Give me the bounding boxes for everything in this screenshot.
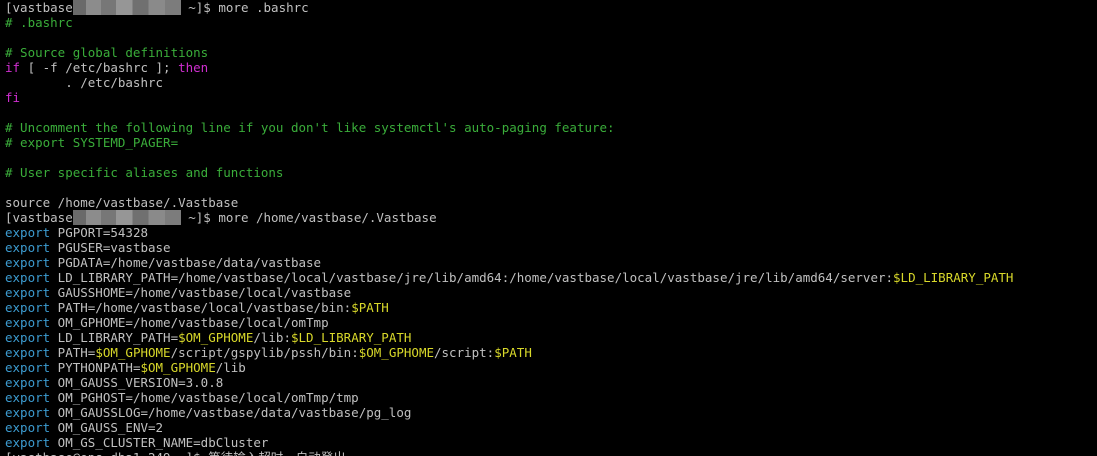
terminal-line: export PGDATA=/home/vastbase/data/vastba… — [5, 255, 321, 270]
terminal-line: . /etc/bashrc — [5, 75, 163, 90]
redacted-hostname — [72, 210, 181, 225]
terminal-line: export LD_LIBRARY_PATH=$OM_GPHOME/lib:$L… — [5, 330, 411, 345]
terminal-text-segment: /script: — [434, 345, 495, 360]
terminal-text-segment: PATH= — [50, 345, 96, 360]
terminal-text-segment: then — [178, 60, 209, 75]
terminal-text-segment: $OM_GPHOME — [178, 330, 254, 345]
terminal-text-segment: export — [5, 330, 51, 345]
terminal-line: export PATH=$OM_GPHOME/script/gspylib/ps… — [5, 345, 532, 360]
terminal-text-segment: # User specific aliases and functions — [5, 165, 284, 180]
terminal-text-segment: OM_GPHOME=/home/vastbase/local/omTmp — [50, 315, 329, 330]
terminal-line: export LD_LIBRARY_PATH=/home/vastbase/lo… — [5, 270, 1013, 285]
terminal-line: export PGUSER=vastbase — [5, 240, 171, 255]
terminal-text-segment: fi — [5, 90, 21, 105]
terminal-text-segment: export — [5, 225, 51, 240]
terminal-text-segment: LD_LIBRARY_PATH= — [50, 330, 179, 345]
terminal-line: export OM_GS_CLUSTER_NAME=dbCluster — [5, 435, 268, 450]
terminal-text-segment: [vastbase — [5, 0, 73, 15]
terminal-text-segment: export — [5, 390, 51, 405]
terminal-window[interactable]: [vastbase ~]$ more .bashrc # .bashrc # Sou… — [0, 0, 1097, 456]
terminal-text-segment: OM_GS_CLUSTER_NAME=dbCluster — [50, 435, 269, 450]
terminal-line: fi — [5, 90, 20, 105]
terminal-line: export OM_GPHOME=/home/vastbase/local/om… — [5, 315, 329, 330]
terminal-line: [vastbase ~]$ more /home/vastbase/.Vastb… — [5, 210, 437, 225]
terminal-text-segment: ~]$ more /home/vastbase/.Vastbase — [180, 210, 437, 225]
terminal-text-segment: # Source global definitions — [5, 45, 209, 60]
terminal-line: [vastbase@ops-dba1-249 ~]$ 等待输入超时，自动登出 — [5, 450, 346, 456]
terminal-text-segment: [ -f /etc/bashrc ]; — [20, 60, 179, 75]
terminal-text-segment: $LD_LIBRARY_PATH — [291, 330, 412, 345]
redacted-hostname — [72, 0, 181, 15]
terminal-text-segment: /lib: — [253, 330, 291, 345]
terminal-text-segment: export — [5, 360, 51, 375]
terminal-text-segment: $OM_GPHOME — [358, 345, 434, 360]
terminal-text-segment: PGUSER=vastbase — [50, 240, 171, 255]
terminal-text-segment: PATH=/home/vastbase/local/vastbase/bin: — [50, 300, 352, 315]
terminal-line: # User specific aliases and functions — [5, 165, 283, 180]
terminal-text-segment: export — [5, 240, 51, 255]
terminal-line: # .bashrc — [5, 15, 73, 30]
terminal-text-segment: /script/gspylib/pssh/bin: — [170, 345, 359, 360]
terminal-text-segment: $OM_GPHOME — [95, 345, 171, 360]
terminal-line: export OM_GAUSS_ENV=2 — [5, 420, 163, 435]
terminal-text-segment: PGDATA=/home/vastbase/data/vastbase — [50, 255, 322, 270]
terminal-text-segment: export — [5, 420, 51, 435]
terminal-line: source /home/vastbase/.Vastbase — [5, 195, 238, 210]
terminal-line: # export SYSTEMD_PAGER= — [5, 135, 178, 150]
terminal-text-segment: /lib — [215, 360, 246, 375]
terminal-text-segment: source /home/vastbase/.Vastbase — [5, 195, 239, 210]
terminal-text-segment: export — [5, 375, 51, 390]
terminal-text-segment: ~]$ more .bashrc — [180, 0, 309, 15]
terminal-line: # Source global definitions — [5, 45, 208, 60]
terminal-line: export OM_GAUSSLOG=/home/vastbase/data/v… — [5, 405, 411, 420]
terminal-line: export OM_PGHOST=/home/vastbase/local/om… — [5, 390, 359, 405]
terminal-line: # Uncomment the following line if you do… — [5, 120, 615, 135]
terminal-text-segment: . /etc/bashrc — [5, 75, 164, 90]
terminal-text-segment: export — [5, 435, 51, 450]
terminal-text-segment: $PATH — [351, 300, 389, 315]
terminal-text-segment: GAUSSHOME=/home/vastbase/local/vastbase — [50, 285, 352, 300]
terminal-text-segment: export — [5, 255, 51, 270]
terminal-line: export PYTHONPATH=$OM_GPHOME/lib — [5, 360, 246, 375]
terminal-text-segment: # export SYSTEMD_PAGER= — [5, 135, 179, 150]
terminal-text-segment: export — [5, 315, 51, 330]
terminal-text-segment: if — [5, 60, 21, 75]
terminal-line: export OM_GAUSS_VERSION=3.0.8 — [5, 375, 223, 390]
terminal-text-segment: # Uncomment the following line if you do… — [5, 120, 615, 135]
terminal-text-segment: $OM_GPHOME — [140, 360, 216, 375]
terminal-text-segment: $PATH — [494, 345, 532, 360]
terminal-line: if [ -f /etc/bashrc ]; then — [5, 60, 208, 75]
terminal-text-segment: export — [5, 285, 51, 300]
terminal-line: [vastbase ~]$ more .bashrc — [5, 0, 309, 15]
terminal-text-segment: LD_LIBRARY_PATH=/home/vastbase/local/vas… — [50, 270, 894, 285]
terminal-text-segment: $LD_LIBRARY_PATH — [893, 270, 1014, 285]
terminal-text-segment: export — [5, 345, 51, 360]
terminal-line: export GAUSSHOME=/home/vastbase/local/va… — [5, 285, 351, 300]
terminal-text-segment: export — [5, 405, 51, 420]
terminal-text-segment: OM_GAUSS_ENV=2 — [50, 420, 164, 435]
terminal-text-segment: # .bashrc — [5, 15, 73, 30]
terminal-text-segment: export — [5, 300, 51, 315]
terminal-text-segment: OM_GAUSSLOG=/home/vastbase/data/vastbase… — [50, 405, 412, 420]
terminal-text-segment: [vastbase@ops-dba1-249 ~]$ 等待输入超时，自动登出 — [5, 450, 346, 456]
terminal-text-segment: PYTHONPATH= — [50, 360, 141, 375]
terminal-text-segment: OM_GAUSS_VERSION=3.0.8 — [50, 375, 224, 390]
terminal-text-segment: [vastbase — [5, 210, 73, 225]
terminal-line: export PATH=/home/vastbase/local/vastbas… — [5, 300, 389, 315]
terminal-line: export PGPORT=54328 — [5, 225, 148, 240]
terminal-text-segment: PGPORT=54328 — [50, 225, 148, 240]
terminal-text-segment: OM_PGHOST=/home/vastbase/local/omTmp/tmp — [50, 390, 359, 405]
terminal-text-segment: export — [5, 270, 51, 285]
